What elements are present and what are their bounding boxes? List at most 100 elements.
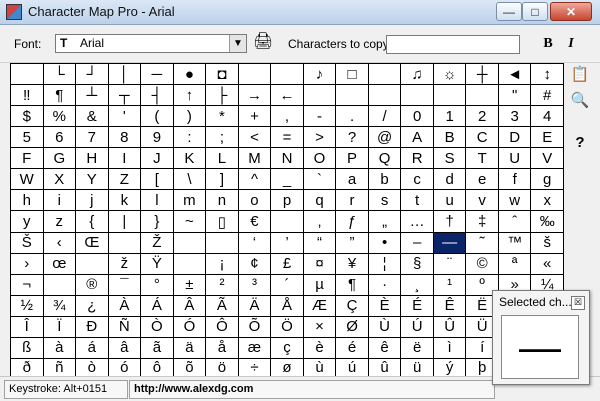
character-cell[interactable]: õ <box>173 358 207 377</box>
character-cell[interactable]: | <box>108 211 142 233</box>
character-cell[interactable] <box>108 232 142 254</box>
character-cell[interactable]: Ø <box>336 316 369 338</box>
character-cell[interactable]: ä <box>173 337 207 359</box>
character-cell[interactable]: ’ <box>271 232 304 254</box>
characters-to-copy-input[interactable] <box>386 35 520 54</box>
character-cell[interactable]: * <box>206 106 239 128</box>
character-cell[interactable]: Ö <box>271 316 304 338</box>
character-cell[interactable]: □ <box>336 64 369 86</box>
close-button[interactable]: ✕ <box>550 2 592 21</box>
character-cell[interactable] <box>401 85 434 107</box>
character-cell[interactable]: k <box>108 190 142 212</box>
character-cell[interactable]: ' <box>108 106 142 128</box>
character-cell[interactable]: W <box>11 169 44 191</box>
character-cell[interactable]: P <box>336 148 369 170</box>
character-cell[interactable]: Y <box>76 169 109 191</box>
character-cell[interactable]: Ç <box>336 295 369 317</box>
character-cell[interactable]: 0 <box>401 106 434 128</box>
character-cell[interactable]: › <box>11 253 44 275</box>
character-cell[interactable]: Z <box>108 169 142 191</box>
minimize-button[interactable]: — <box>496 2 522 21</box>
chevron-down-icon[interactable]: ▼ <box>229 35 246 52</box>
character-cell[interactable]: ö <box>206 358 239 377</box>
character-cell[interactable]: Ó <box>173 316 207 338</box>
character-cell[interactable]: ↕ <box>531 64 564 86</box>
character-cell[interactable]: Ê <box>433 295 467 317</box>
character-cell[interactable]: ┤ <box>141 85 174 107</box>
character-cell[interactable]: ¸ <box>401 274 434 296</box>
character-cell[interactable]: ^ <box>238 169 272 191</box>
character-cell[interactable]: m <box>173 190 207 212</box>
character-cell[interactable]: Ú <box>401 316 434 338</box>
character-cell[interactable]: È <box>368 295 402 317</box>
character-cell[interactable] <box>173 232 207 254</box>
character-cell[interactable]: ← <box>271 85 304 107</box>
character-cell[interactable]: ┘ <box>76 64 109 86</box>
character-cell[interactable]: Ù <box>368 316 402 338</box>
character-cell[interactable]: ◘ <box>206 64 239 86</box>
character-cell[interactable]: ¨ <box>433 253 467 275</box>
character-cell[interactable]: K <box>173 148 207 170</box>
character-cell[interactable]: ◄ <box>498 64 532 86</box>
character-cell[interactable]: i <box>43 190 77 212</box>
character-cell[interactable]: { <box>76 211 109 233</box>
character-cell[interactable]: w <box>498 190 532 212</box>
character-cell[interactable]: ‰ <box>531 211 564 233</box>
character-cell[interactable]: á <box>76 337 109 359</box>
character-cell[interactable]: X <box>43 169 77 191</box>
character-cell[interactable] <box>433 85 467 107</box>
character-cell[interactable]: ♪ <box>303 64 337 86</box>
character-cell[interactable]: ˜ <box>466 232 499 254</box>
character-cell[interactable]: p <box>271 190 304 212</box>
character-cell[interactable]: ¢ <box>238 253 272 275</box>
character-cell[interactable]: ± <box>173 274 207 296</box>
character-cell[interactable]: _ <box>271 169 304 191</box>
character-cell[interactable]: œ <box>43 253 77 275</box>
character-cell[interactable]: „ <box>368 211 402 233</box>
character-cell[interactable]: ½ <box>11 295 44 317</box>
character-cell[interactable]: h <box>11 190 44 212</box>
character-cell[interactable]: É <box>401 295 434 317</box>
character-cell[interactable]: z <box>43 211 77 233</box>
character-cell[interactable]: V <box>531 148 564 170</box>
character-cell[interactable]: ‚ <box>303 211 337 233</box>
character-cell[interactable]: ` <box>303 169 337 191</box>
character-cell[interactable]: c <box>401 169 434 191</box>
character-cell[interactable]: Ž <box>141 232 174 254</box>
character-cell[interactable]: N <box>271 148 304 170</box>
character-cell[interactable]: J <box>141 148 174 170</box>
character-cell[interactable]: / <box>368 106 402 128</box>
character-cell[interactable]: û <box>368 358 402 377</box>
character-cell[interactable]: ¹ <box>433 274 467 296</box>
character-cell[interactable] <box>303 85 337 107</box>
character-cell[interactable]: ‡ <box>466 211 499 233</box>
character-cell[interactable]: ; <box>206 127 239 149</box>
character-cell[interactable]: $ <box>11 106 44 128</box>
character-cell[interactable]: å <box>206 337 239 359</box>
character-cell[interactable]: ¾ <box>43 295 77 317</box>
character-cell[interactable]: ´ <box>271 274 304 296</box>
character-cell[interactable]: ð <box>11 358 44 377</box>
character-cell[interactable]: \ <box>173 169 207 191</box>
character-cell[interactable]: ─ <box>141 64 174 86</box>
character-cell[interactable]: é <box>336 337 369 359</box>
character-cell[interactable]: ç <box>271 337 304 359</box>
character-cell[interactable]: G <box>43 148 77 170</box>
character-cell[interactable]: ‹ <box>43 232 77 254</box>
character-cell[interactable]: L <box>206 148 239 170</box>
character-cell[interactable]: ☼ <box>433 64 467 86</box>
character-cell[interactable]: ● <box>173 64 207 86</box>
character-cell[interactable]: t <box>401 190 434 212</box>
character-cell[interactable]: ø <box>271 358 304 377</box>
character-cell[interactable]: æ <box>238 337 272 359</box>
character-cell[interactable]: Q <box>368 148 402 170</box>
character-cell[interactable]: ¬ <box>11 274 44 296</box>
character-cell[interactable] <box>11 64 44 86</box>
character-cell[interactable]: “ <box>303 232 337 254</box>
character-cell[interactable]: U <box>498 148 532 170</box>
character-cell[interactable]: M <box>238 148 272 170</box>
character-cell[interactable]: ê <box>368 337 402 359</box>
font-select[interactable]: T Arial ▼ <box>55 34 247 53</box>
character-cell[interactable]: ¶ <box>43 85 77 107</box>
character-cell[interactable]: ù <box>303 358 337 377</box>
